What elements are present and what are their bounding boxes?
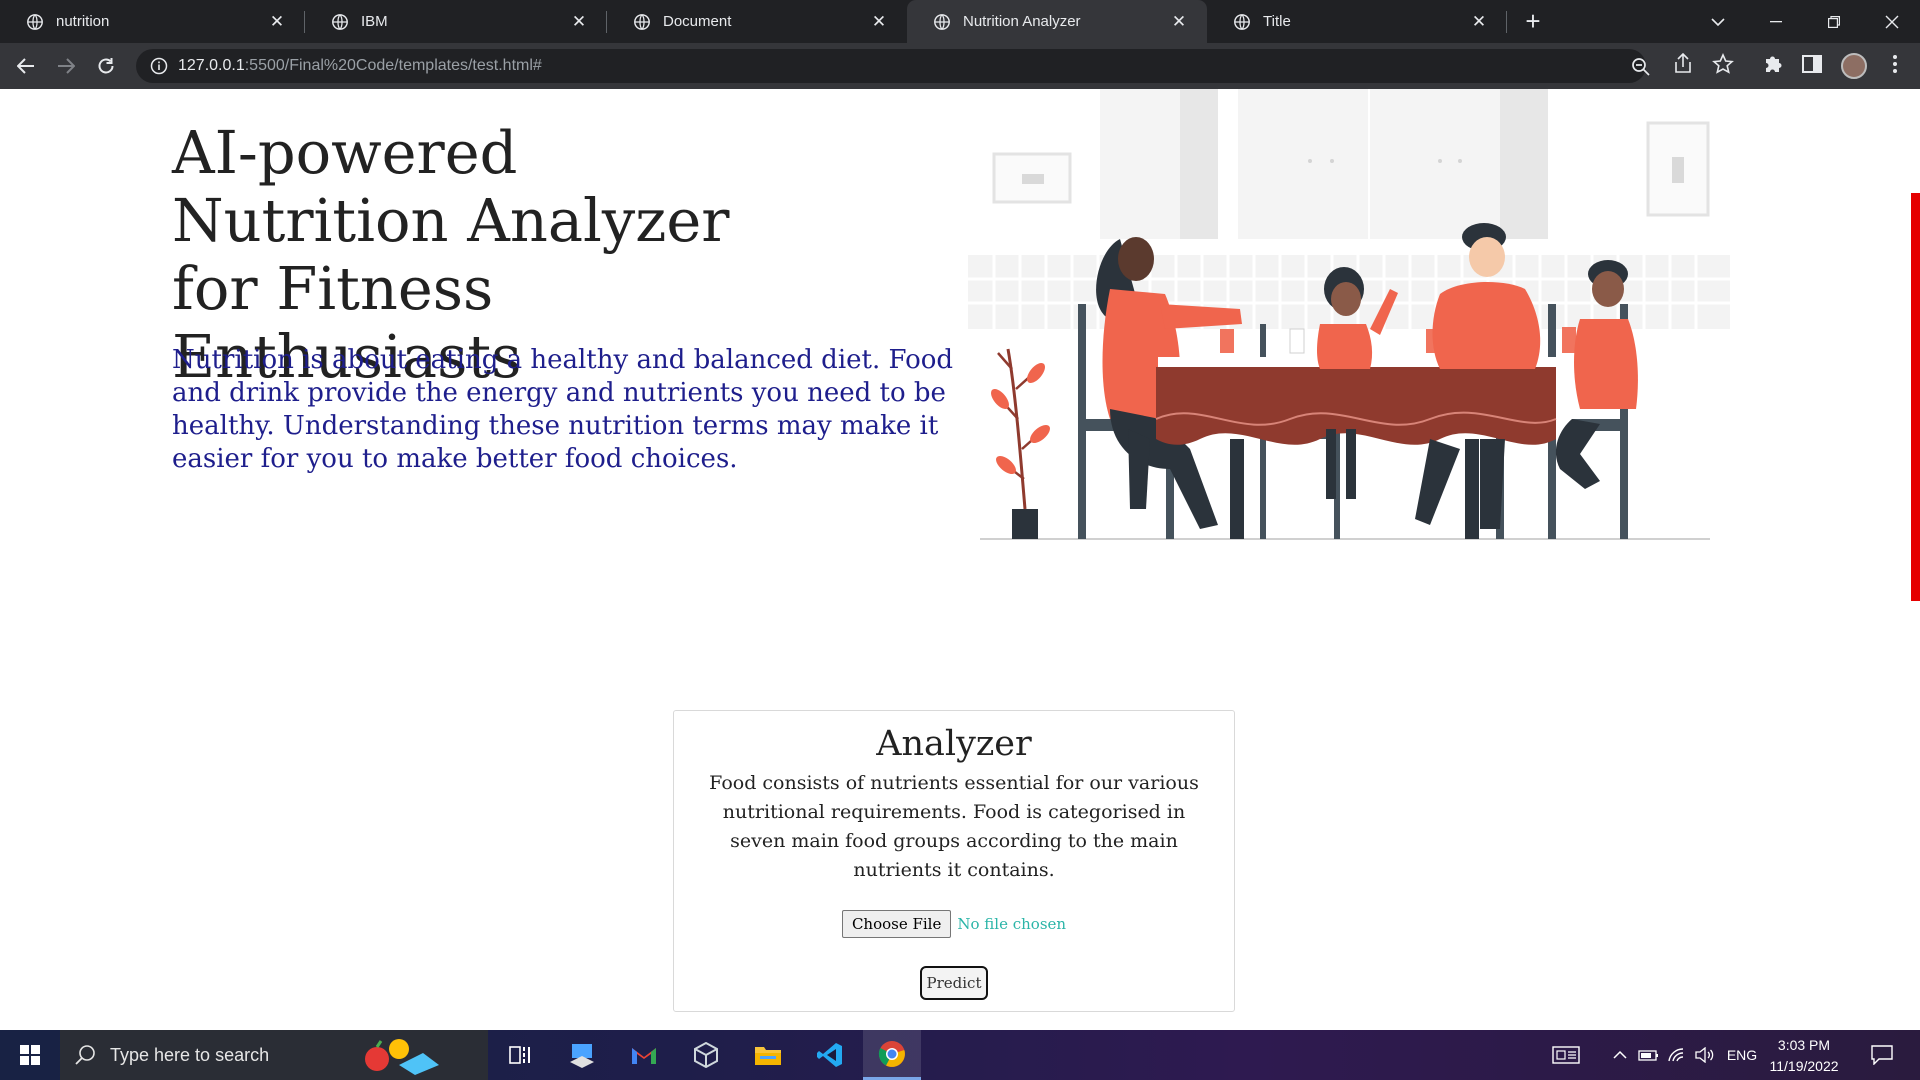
back-button[interactable] [11,51,41,81]
analyzer-heading: Analyzer [876,724,1032,764]
search-icon [75,1045,95,1065]
share-icon[interactable] [1672,53,1694,75]
remote-desktop-icon [570,1044,594,1068]
choose-file-button[interactable]: Choose File [841,910,952,938]
tab-title: Nutrition Analyzer [963,13,1081,30]
predict-button[interactable]: Predict [919,966,989,1000]
taskbar-search[interactable]: Type here to search [60,1030,488,1080]
taskbar-app-gmail[interactable] [615,1030,673,1080]
forward-button[interactable] [51,51,81,81]
close-tab-icon[interactable]: ✕ [867,12,891,32]
gmail-icon [632,1048,656,1064]
globe-icon [27,13,43,30]
start-button[interactable] [0,1030,60,1080]
tab-document[interactable]: Document ✕ [607,0,907,43]
site-info-icon[interactable] [150,57,168,75]
battery-icon[interactable] [1636,1030,1662,1080]
url-path: :5500/Final%20Code/templates/test.html# [244,57,542,74]
extensions-puzzle-icon[interactable] [1762,53,1784,75]
system-clock[interactable]: 3:03 PM 11/19/2022 [1762,1035,1846,1077]
reload-icon [98,58,114,74]
keyboard-layout-icon[interactable] [1548,1030,1584,1080]
tab-title: IBM [361,13,388,30]
task-view-button[interactable] [491,1030,549,1080]
clock-date: 11/19/2022 [1769,1058,1839,1074]
browser-toolbar: 127.0.0.1:5500/Final%20Code/templates/te… [0,43,1920,89]
tab-title: Document [663,13,732,30]
windows-taskbar: Type here to search ENG 3:03 PM 11/19/20… [0,1030,1920,1080]
tab-ibm[interactable]: IBM ✕ [305,0,607,43]
task-view-icon [509,1046,530,1064]
tab-nutrition[interactable]: nutrition ✕ [0,0,305,43]
close-tab-icon[interactable]: ✕ [1167,12,1191,32]
globe-icon [1234,13,1250,30]
minimize-button[interactable] [1748,0,1804,43]
analyzer-card: Analyzer Food consists of nutrients esse… [673,710,1235,1012]
analyzer-description: Food consists of nutrients essential for… [709,772,1199,881]
globe-icon [934,13,950,30]
url-host: 127.0.0.1 [178,57,245,74]
globe-icon [332,13,348,30]
profile-avatar[interactable] [1841,53,1867,79]
back-arrow-icon [17,58,34,74]
url-text[interactable]: 127.0.0.1:5500/Final%20Code/templates/te… [178,57,542,75]
tray-chevron-up-icon[interactable] [1608,1030,1632,1080]
tab-title-page[interactable]: Title ✕ [1207,0,1507,43]
tab-strip: nutrition ✕ IBM ✕ Document ✕ Nutrition A… [0,0,1920,43]
page-viewport: AI-powered Nutrition Analyzer for Fitnes… [0,89,1920,1030]
taskbar-app-unity[interactable] [677,1030,735,1080]
volume-icon[interactable] [1692,1030,1718,1080]
search-highlight-icon [365,1039,440,1075]
notification-icon [1871,1045,1893,1065]
search-placeholder: Type here to search [110,1044,270,1065]
taskbar-app-remote-desktop[interactable] [553,1030,611,1080]
close-tab-icon[interactable]: ✕ [567,12,591,32]
side-panel-icon[interactable] [1801,53,1823,75]
close-tab-icon[interactable]: ✕ [265,12,289,32]
chrome-icon [878,1040,905,1067]
tab-search-chevron-icon[interactable] [1690,0,1746,43]
windows-logo-icon [20,1045,40,1065]
address-bar[interactable]: 127.0.0.1:5500/Final%20Code/templates/te… [136,49,1650,83]
more-menu-icon[interactable] [1884,53,1906,75]
unity-cube-icon [694,1042,718,1068]
tab-divider [1506,11,1507,33]
vscode-icon [817,1043,842,1067]
file-input-row: Choose File No file chosen [674,910,1234,938]
language-indicator[interactable]: ENG [1722,1030,1762,1080]
family-dining-illustration [968,89,1730,540]
taskbar-app-file-explorer[interactable] [739,1030,797,1080]
reload-button[interactable] [91,51,121,81]
zoom-icon[interactable] [1631,57,1651,77]
tab-title: Title [1263,13,1291,30]
folder-icon [755,1047,781,1065]
restore-button[interactable] [1806,0,1862,43]
globe-icon [634,13,650,30]
bookmark-star-icon[interactable] [1712,53,1734,75]
tab-nutrition-analyzer[interactable]: Nutrition Analyzer ✕ [907,0,1207,43]
taskbar-app-chrome[interactable] [863,1030,921,1080]
tab-title: nutrition [56,13,110,30]
wifi-icon[interactable] [1664,1030,1690,1080]
close-window-button[interactable] [1864,0,1920,43]
clock-time: 3:03 PM [1777,1037,1831,1053]
scrollbar-thumb[interactable] [1911,193,1920,601]
hero-description: Nutrition is about eating a healthy and … [172,345,954,474]
notification-center-button[interactable] [1862,1030,1902,1080]
file-status-text: No file chosen [957,915,1067,933]
taskbar-app-vscode[interactable] [801,1030,859,1080]
new-tab-button[interactable]: + [1518,7,1548,37]
forward-arrow-icon [58,58,75,74]
close-tab-icon[interactable]: ✕ [1467,12,1491,32]
